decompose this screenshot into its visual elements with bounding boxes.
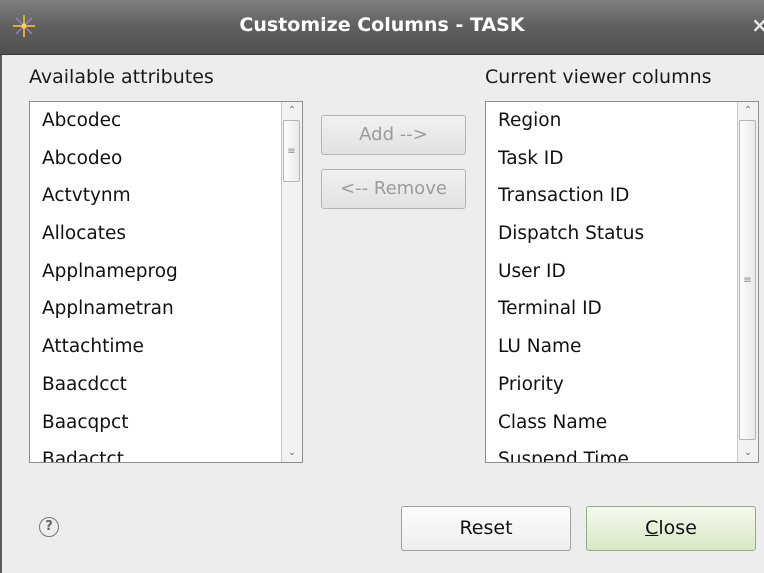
window-title: Customize Columns - TASK (239, 14, 525, 36)
available-list-item[interactable]: Applnametran (30, 290, 282, 328)
current-list-item[interactable]: Task ID (486, 140, 738, 178)
scroll-down-icon[interactable]: ⌄ (738, 444, 758, 462)
current-list-item[interactable]: LU Name (486, 328, 738, 366)
available-attributes-list[interactable]: Abcodec Abcodeo Actvtynm Allocates Applnamep… (29, 101, 303, 463)
add-button[interactable]: Add --> (321, 115, 466, 155)
current-list-item[interactable]: Priority (486, 366, 738, 404)
remove-button[interactable]: <-- Remove (321, 169, 466, 209)
current-list-item[interactable]: Class Name (486, 404, 738, 442)
current-items: Region Task ID Transaction ID Dispatch Stat… (486, 102, 738, 462)
reset-button[interactable]: Reset (401, 506, 571, 551)
available-list-item[interactable]: Attachtime (30, 328, 282, 366)
available-list-item[interactable]: Badactct (30, 441, 282, 462)
current-columns-label: Current viewer columns (485, 66, 712, 88)
available-list-item[interactable]: Abcodeo (30, 140, 282, 178)
close-mnemonic: C (645, 517, 659, 539)
current-list-item[interactable]: Suspend Time (486, 441, 738, 462)
available-list-item[interactable]: Abcodec (30, 102, 282, 140)
window-border (0, 55, 2, 573)
available-scrollbar[interactable]: ⌃ ≡ ⌄ (281, 102, 302, 462)
current-scroll-thumb[interactable]: ≡ (739, 120, 756, 440)
close-label-rest: lose (658, 517, 697, 539)
current-list-item[interactable]: Terminal ID (486, 290, 738, 328)
available-list-item[interactable]: Allocates (30, 215, 282, 253)
current-scrollbar[interactable]: ⌃ ≡ ⌄ (737, 102, 758, 462)
available-list-item[interactable]: Applnameprog (30, 253, 282, 291)
scroll-up-icon[interactable]: ⌃ (738, 102, 758, 120)
current-list-item[interactable]: Region (486, 102, 738, 140)
available-scroll-thumb[interactable]: ≡ (283, 120, 300, 182)
close-button[interactable]: Close (586, 506, 756, 551)
current-list-item[interactable]: Transaction ID (486, 177, 738, 215)
current-list-item[interactable]: User ID (486, 253, 738, 291)
scroll-down-icon[interactable]: ⌄ (282, 444, 302, 462)
available-list-item[interactable]: Baacqpct (30, 404, 282, 442)
grip-icon: ≡ (743, 275, 752, 286)
available-attributes-label: Available attributes (29, 66, 214, 88)
close-window-icon[interactable]: × (751, 13, 764, 37)
title-bar: Customize Columns - TASK × (0, 0, 764, 55)
current-columns-list[interactable]: Region Task ID Transaction ID Dispatch Stat… (485, 101, 759, 463)
scroll-up-icon[interactable]: ⌃ (282, 102, 302, 120)
help-icon[interactable]: ? (39, 517, 59, 537)
grip-icon: ≡ (287, 146, 296, 157)
available-list-item[interactable]: Baacdcct (30, 366, 282, 404)
current-list-item[interactable]: Dispatch Status (486, 215, 738, 253)
available-items: Abcodec Abcodeo Actvtynm Allocates Applnamep… (30, 102, 282, 462)
available-list-item[interactable]: Actvtynm (30, 177, 282, 215)
